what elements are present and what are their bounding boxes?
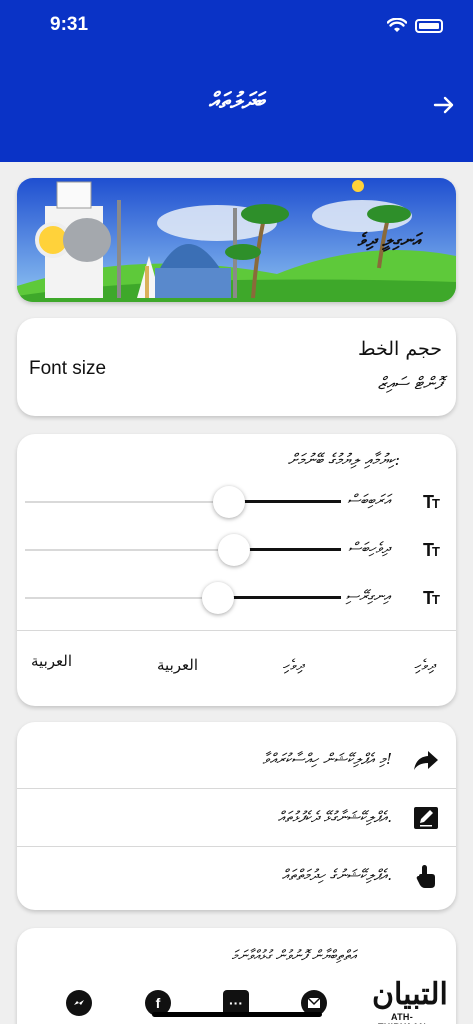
text-size-icon: TT: [423, 540, 440, 560]
slider-row-dhivehi: ދިވެހިބަސް TT: [17, 530, 456, 570]
slider-label: ދިވެހިބަސް: [347, 539, 390, 557]
preview-dhivehi-1: ދިވެހި: [414, 656, 436, 674]
text-size-icon: TT: [423, 588, 440, 608]
slider-thumb[interactable]: [201, 582, 234, 614]
home-indicator[interactable]: [152, 1012, 322, 1017]
font-size-card: Font size حجم الخط ފޮންޓް ސައިޒް: [17, 318, 456, 416]
footer-card: އަތްތިބްޔާން ފޮނުވުން ގުޅުއްވާނަމަ التبي…: [17, 928, 456, 1024]
slider-row-arabic: އަރަބިބަސް TT: [17, 482, 456, 522]
page-title: ބަދަލުތައް: [208, 88, 265, 114]
logo-english: ATH-THIBYAAN: [378, 1012, 426, 1024]
font-size-label-en: Font size: [29, 358, 107, 379]
battery-icon: [415, 19, 443, 33]
sliders-title: ކިޔުމާއި ލިޔުމުގެ ބޭނުމަށް:: [287, 450, 400, 469]
feedback-item[interactable]: އެޕްލިކޭޝަނާގުޅޭ ދެކެފުޅުތައް.: [17, 788, 456, 846]
banner-caption: އަނގިލީ ދިވެ: [357, 230, 420, 251]
footer-title: އަތްތިބްޔާން ފޮނުވުން ގުޅުއްވާނަމަ: [231, 948, 356, 964]
services-item[interactable]: އެޕްލިކޭޝަނުގެ ހިދުމަތްތައް.: [17, 846, 456, 904]
logo-arabic: التبيان: [372, 977, 448, 1012]
messenger-icon[interactable]: [66, 990, 92, 1016]
tap-icon: [416, 865, 435, 888]
status-time: 9:31: [50, 14, 89, 35]
divider: [17, 630, 456, 631]
slider-thumb[interactable]: [212, 486, 245, 518]
slider-label: އަރަބިބަސް: [347, 491, 390, 509]
actions-card: މި އެޕްލިކޭޝަން ހިއްސާކުރައްވާ! އެޕްލިކޭ…: [17, 722, 456, 910]
slider-track-active: [233, 548, 341, 551]
preview-dhivehi-2: ދިވެހި: [283, 656, 305, 674]
share-app-item[interactable]: މި އެޕްލިކޭޝަން ހިއްސާކުރައްވާ!: [17, 730, 456, 788]
slider-track-active: [228, 500, 341, 503]
slider-thumb[interactable]: [217, 534, 250, 566]
arrow-right-icon[interactable]: [433, 94, 455, 116]
athibyaan-logo: التبيان ATH-THIBYAAN: [372, 977, 448, 1024]
font-size-label-dv: ފޮންޓް ސައިޒް: [377, 374, 442, 394]
slider-row-english: އިނގިރޭސި TT: [17, 578, 456, 618]
preview-arabic-1: العربية: [157, 656, 198, 674]
action-label: އެޕްލިކޭޝަނުގެ ހިދުމަތްތައް.: [281, 866, 392, 884]
text-size-icon: TT: [423, 492, 440, 512]
slider-track-active: [217, 596, 341, 599]
edit-icon: [414, 807, 438, 829]
font-size-label-ar: حجم الخط: [357, 338, 442, 360]
action-label: އެޕްލިކޭޝަނާގުޅޭ ދެކެފުޅުތައް.: [277, 808, 392, 826]
font-size-sliders-card: ކިޔުމާއި ލިޔުމުގެ ބޭނުމަށް: އަރަބިބަސް T…: [17, 434, 456, 706]
slider-label: އިނގިރޭސި: [345, 587, 390, 605]
action-label: މި އެޕްލިކޭޝަން ހިއްސާކުރައްވާ!: [262, 750, 392, 768]
status-icons: [387, 18, 443, 34]
preview-arabic-2: العربية: [31, 652, 72, 670]
banner: އަނގިލީ ދިވެ: [17, 178, 456, 302]
app-header: 9:31 ބަދަލުތައް: [0, 0, 473, 162]
share-icon: [414, 751, 438, 770]
wifi-icon: [387, 18, 407, 32]
